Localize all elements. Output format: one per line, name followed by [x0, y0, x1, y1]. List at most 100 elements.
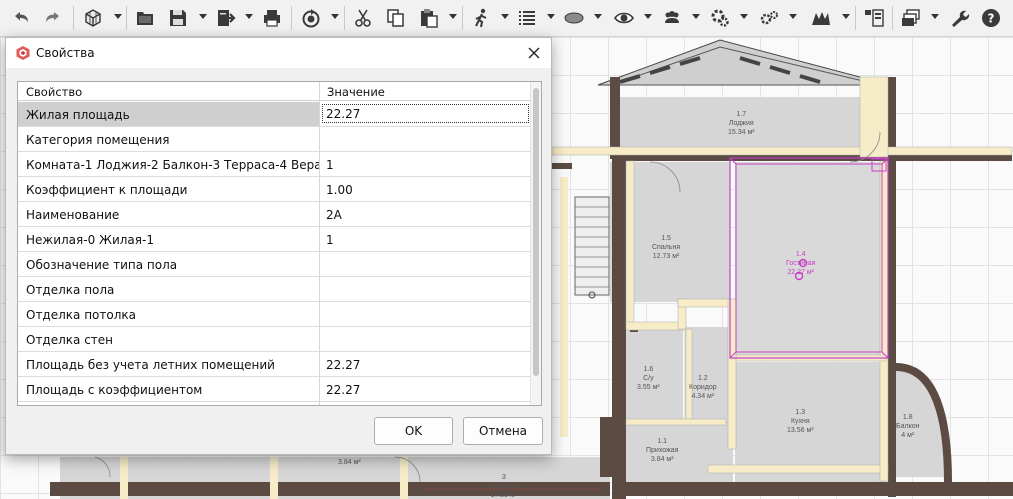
property-value-cell[interactable] — [320, 327, 530, 351]
property-row[interactable]: Категория помещения — [18, 127, 530, 152]
windows-dropdown-icon[interactable] — [931, 14, 939, 19]
room-label-area: 3.84 м² — [338, 459, 361, 466]
users-icon[interactable] — [659, 6, 685, 30]
main-toolbar: ? — [0, 0, 1013, 37]
property-name-cell: Жилая площадь — [18, 102, 319, 126]
refresh-view-dropdown-icon[interactable] — [331, 14, 339, 19]
visibility-dropdown-icon[interactable] — [644, 14, 652, 19]
refresh-view-icon[interactable] — [298, 6, 324, 30]
walk-mode-icon[interactable] — [468, 6, 494, 30]
property-name-cell: Категория помещения — [26, 133, 170, 147]
property-value-cell[interactable] — [320, 277, 530, 301]
export-dropdown-icon[interactable] — [245, 14, 253, 19]
open-folder-icon[interactable] — [132, 6, 158, 30]
property-row[interactable]: Обозначение типа пола — [18, 252, 530, 277]
windows-icon[interactable] — [898, 6, 924, 30]
property-row[interactable]: Отделка пола — [18, 277, 530, 302]
ok-button[interactable]: OK — [374, 417, 453, 445]
room-label-corridor: 1.2 Коридор 4.34 м² — [689, 375, 717, 400]
property-name-cell: Коэффициент к площади — [26, 183, 188, 197]
property-name-cell: Обозначение типа пола — [26, 258, 178, 272]
property-name-cell: Отделка пола — [26, 283, 115, 297]
property-value-cell[interactable] — [320, 302, 530, 326]
property-value-cell[interactable] — [320, 252, 530, 276]
room-label-living-room: 1.4 Гостинaя 22.27 м² — [786, 251, 816, 276]
visibility-icon[interactable] — [611, 6, 637, 30]
print-icon[interactable] — [259, 6, 285, 30]
column-header-property[interactable]: Свойство — [26, 85, 82, 99]
layer-icon[interactable] — [561, 6, 587, 30]
save-icon[interactable] — [165, 6, 191, 30]
property-row[interactable]: Коэффициент к площади 1.00 — [18, 177, 530, 202]
terrain-dropdown-icon[interactable] — [842, 14, 850, 19]
properties-grid[interactable]: Свойство Значение Жилая площадь 22.27 Кате… — [17, 81, 542, 406]
app-logo-icon — [15, 45, 31, 61]
property-name-cell: Площадь без учета летних помещений — [26, 358, 275, 372]
3d-view-dropdown-icon[interactable] — [114, 14, 122, 19]
dialog-title: Свойства — [36, 46, 95, 60]
properties-dialog: Свойства Свойство Значение Жилая площадь… — [5, 37, 552, 455]
redo-icon[interactable] — [40, 6, 66, 30]
room-label-kitchen: 1.3 Кухня 13.56 м² — [787, 409, 814, 434]
room-label-balcony: 1.8 Балкон 4 м² — [896, 414, 920, 439]
room-label-corridor-3: 3 Коридор 17.83 м² — [490, 474, 518, 499]
export-icon[interactable] — [213, 6, 239, 30]
property-row[interactable]: Наименование 2А — [18, 202, 530, 227]
property-row[interactable]: Отделка потолка — [18, 302, 530, 327]
room-label-loggia: 1.7 Лоджия 15.34 м² — [728, 111, 755, 136]
property-value-cell[interactable]: 2А — [320, 202, 530, 226]
roof-truss — [597, 39, 891, 91]
list-dropdown-icon[interactable] — [547, 14, 555, 19]
property-name-cell: Нежилая-0 Жилая-1 — [26, 233, 154, 247]
property-value-cell[interactable]: 22.27 — [320, 352, 530, 376]
copy-icon[interactable] — [383, 6, 409, 30]
property-value-cell[interactable] — [320, 127, 530, 151]
cut-icon[interactable] — [350, 6, 376, 30]
property-row[interactable]: Площадь с коэффициентом 22.27 — [18, 377, 530, 402]
property-name-cell: Площадь с коэффициентом — [26, 383, 203, 397]
paste-dropdown-icon[interactable] — [449, 14, 457, 19]
users-dropdown-icon[interactable] — [692, 14, 700, 19]
options-gear-icon[interactable] — [756, 6, 782, 30]
dialog-titlebar[interactable]: Свойства — [6, 38, 551, 68]
list-icon[interactable] — [514, 6, 540, 30]
property-row[interactable]: Комната-1 Лоджия-2 Балкон-3 Терраса-4 Ве… — [18, 152, 530, 177]
settings-gear-icon[interactable] — [707, 6, 733, 30]
save-dropdown-icon[interactable] — [199, 14, 207, 19]
property-value-cell[interactable]: 1.00 — [320, 177, 530, 201]
help-icon[interactable]: ? — [978, 6, 1004, 30]
settings-gear-dropdown-icon[interactable] — [740, 14, 748, 19]
column-header-value[interactable]: Значение — [327, 85, 385, 99]
property-row[interactable]: Площадь без учета летних помещений 22.27 — [18, 352, 530, 377]
walk-mode-dropdown-icon[interactable] — [501, 14, 509, 19]
options-gear-dropdown-icon[interactable] — [789, 14, 797, 19]
property-value-cell[interactable]: 1 — [320, 152, 530, 176]
layer-dropdown-icon[interactable] — [594, 14, 602, 19]
room-label-bedroom: 1.5 Спальня 12.73 м² — [652, 235, 681, 260]
scrollbar-thumb[interactable] — [533, 88, 539, 376]
terrain-icon[interactable] — [808, 6, 834, 30]
property-name-cell: Наименование — [26, 208, 120, 222]
vertical-scrollbar[interactable] — [530, 82, 541, 405]
property-name-cell: Комната-1 Лоджия-2 Балкон-3 Терраса-4 Ве… — [26, 158, 319, 172]
room-label-hallway: 1.1 Прихожая 3.84 м² — [646, 438, 679, 463]
cancel-button[interactable]: Отмена — [463, 417, 543, 445]
property-value-cell[interactable]: 1 — [320, 227, 530, 251]
3d-view-icon[interactable] — [80, 6, 106, 30]
property-row[interactable]: Отделка стен — [18, 327, 530, 352]
layout-icon[interactable] — [861, 6, 887, 30]
property-row[interactable]: Жилая площадь 22.27 — [18, 102, 530, 127]
grid-header: Свойство Значение — [18, 82, 530, 101]
close-icon[interactable] — [525, 44, 543, 62]
staircase — [574, 196, 610, 299]
undo-icon[interactable] — [8, 6, 34, 30]
property-value-editor[interactable]: 22.27 — [322, 104, 529, 123]
property-row[interactable]: Нежилая-0 Жилая-1 1 — [18, 227, 530, 252]
property-value-cell[interactable]: 22.27 — [320, 377, 530, 401]
property-name-cell: Отделка потолка — [26, 308, 136, 322]
property-value-cell[interactable]: 22.27 — [320, 102, 530, 126]
paste-icon[interactable] — [416, 6, 442, 30]
property-name-cell: Отделка стен — [26, 333, 114, 347]
column-divider[interactable] — [319, 82, 320, 405]
wrench-icon[interactable] — [946, 6, 972, 30]
